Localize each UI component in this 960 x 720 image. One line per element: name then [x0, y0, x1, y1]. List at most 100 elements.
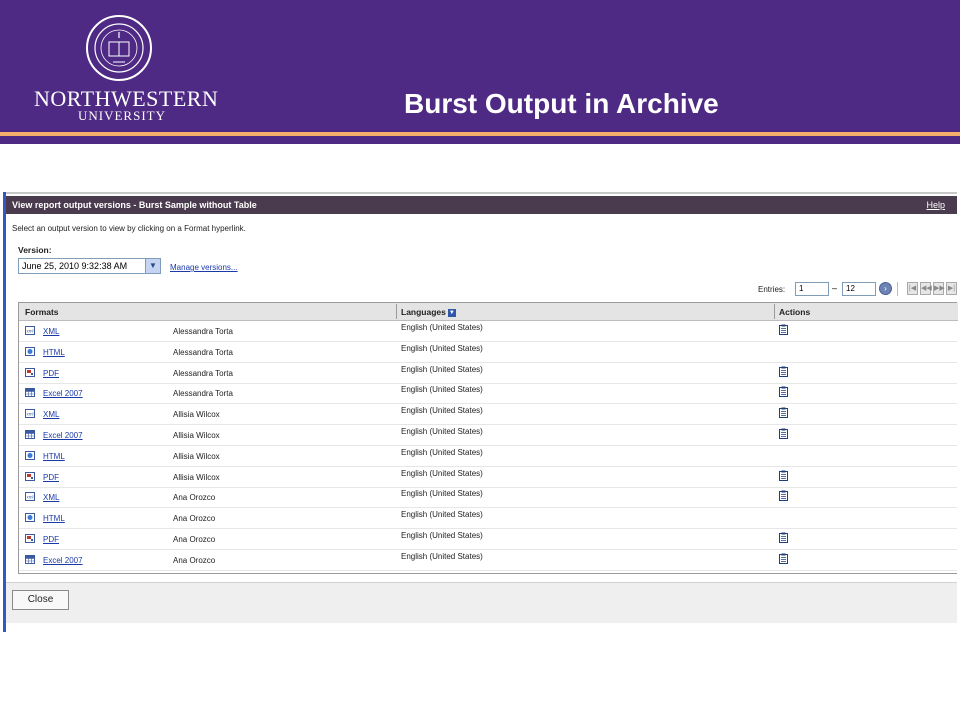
format-link[interactable]: XML [43, 410, 59, 419]
html-icon [25, 450, 35, 460]
table-row: Excel 2007 Alessandra Torta English (Unite… [19, 383, 957, 405]
excel-icon [25, 388, 35, 398]
format-link[interactable]: HTML [43, 514, 65, 523]
xml-icon: xml [25, 492, 35, 502]
languages-header-label: Languages [401, 307, 446, 317]
version-select[interactable]: June 25, 2010 9:32:38 AM ▼ [18, 258, 161, 274]
view-clipboard-icon[interactable] [779, 470, 788, 481]
view-clipboard-icon[interactable] [779, 366, 788, 377]
output-versions-dialog: View report output versions - Burst Samp… [3, 192, 958, 632]
burst-recipient: Allisia Wilcox [173, 472, 220, 482]
format-link[interactable]: HTML [43, 348, 65, 357]
burst-recipient: Allisia Wilcox [173, 451, 220, 461]
actions-header: Actions [779, 307, 811, 317]
university-seal-icon [86, 15, 152, 81]
table-row: Excel 2007 Allisia Wilcox English (United … [19, 425, 957, 446]
view-clipboard-icon[interactable] [779, 324, 788, 335]
burst-recipient: Ana Orozco [173, 535, 216, 544]
language-cell: English (United States) [401, 551, 483, 561]
html-icon [25, 513, 35, 523]
language-cell: English (United States) [401, 427, 483, 436]
burst-recipient: Ana Orozco [173, 514, 216, 524]
language-cell: English (United States) [401, 468, 483, 478]
formats-header: Formats [25, 307, 59, 317]
language-cell: English (United States) [401, 406, 483, 416]
table-row: xml XML Alessandra Torta English (United St… [19, 321, 957, 342]
format-link[interactable]: PDF [43, 369, 59, 378]
pdf-icon [25, 471, 35, 481]
first-page-icon[interactable]: |◀ [907, 282, 918, 295]
help-link[interactable]: Help [926, 200, 945, 210]
entries-from-input[interactable]: 1 [795, 282, 829, 296]
burst-recipient: Allisia Wilcox [173, 431, 220, 440]
view-clipboard-icon[interactable] [779, 532, 788, 543]
table-header: Formats Languages ▼ Actions [19, 303, 958, 321]
dialog-title: View report output versions - Burst Samp… [12, 200, 257, 210]
slide-title: Burst Output in Archive [404, 88, 719, 119]
view-clipboard-icon[interactable] [779, 553, 788, 564]
burst-recipient: Ana Orozco [173, 493, 216, 503]
burst-recipient: Allisia Wilcox [173, 410, 220, 420]
language-cell: English (United States) [401, 510, 483, 520]
svg-text:xml: xml [27, 329, 34, 334]
format-link[interactable]: Excel 2007 [43, 431, 83, 440]
view-clipboard-icon[interactable] [779, 490, 788, 502]
table-row: xml XML Allisia Wilcox English (United Stat… [19, 404, 957, 426]
header-banner: NORTHWESTERN UNIVERSITY Burst Output in … [0, 0, 960, 132]
logo-subtitle: UNIVERSITY [78, 108, 166, 123]
instruction-text: Select an output version to view by clic… [12, 224, 246, 233]
table-row: PDF Allisia Wilcox English (United States) [19, 467, 957, 488]
table-row: PDF Alessandra Torta English (United State… [19, 363, 957, 384]
last-page-icon[interactable]: ▶| [946, 282, 957, 295]
xml-icon: xml [25, 409, 35, 419]
column-separator [396, 304, 397, 319]
language-cell: English (United States) [401, 343, 483, 353]
svg-text:xml: xml [27, 412, 34, 417]
chevron-down-icon[interactable]: ▼ [145, 259, 160, 273]
pdf-icon [25, 367, 35, 377]
format-link[interactable]: PDF [43, 473, 59, 482]
table-row: PDF Ana Orozco English (United States) [19, 529, 957, 550]
sort-down-icon[interactable]: ▼ [447, 308, 456, 317]
version-label: Version: [18, 245, 52, 255]
close-button[interactable]: Close [12, 590, 69, 610]
burst-recipient: Ana Orozco [173, 555, 216, 565]
column-separator [774, 304, 775, 319]
excel-icon [25, 430, 35, 439]
view-clipboard-icon[interactable] [779, 428, 788, 439]
next-page-icon[interactable]: ▶▶ [933, 282, 945, 295]
table-row: xml XML Ana Orozco English (United States) [19, 487, 957, 509]
previous-page-icon[interactable]: ◀◀ [920, 282, 932, 295]
format-link[interactable]: Excel 2007 [43, 389, 83, 398]
view-clipboard-icon[interactable] [779, 386, 788, 398]
svg-text:xml: xml [27, 495, 34, 500]
language-cell: English (United States) [401, 385, 483, 395]
dialog-top-line [6, 192, 957, 194]
format-link[interactable]: XML [43, 327, 59, 336]
format-link[interactable]: HTML [43, 452, 65, 461]
language-cell: English (United States) [401, 364, 483, 374]
version-value: June 25, 2010 9:32:38 AM [22, 261, 128, 271]
xml-icon: xml [25, 326, 35, 335]
view-clipboard-icon[interactable] [779, 407, 788, 419]
language-cell: English (United States) [401, 447, 483, 457]
dialog-footer: Close [6, 582, 957, 623]
table-row: HTML Allisia Wilcox English (United States… [19, 446, 957, 467]
format-link[interactable]: XML [43, 493, 59, 502]
excel-icon [25, 554, 35, 564]
burst-recipient: Alessandra Torta [173, 368, 233, 378]
format-link[interactable]: PDF [43, 535, 59, 544]
go-arrow-icon[interactable]: › [879, 282, 892, 295]
burst-recipient: Alessandra Torta [173, 389, 233, 399]
manage-versions-link[interactable]: Manage versions... [170, 263, 238, 272]
dialog-title-bar: View report output versions - Burst Samp… [6, 196, 957, 214]
entries-to-input[interactable]: 12 [842, 282, 876, 296]
languages-header[interactable]: Languages ▼ [401, 307, 456, 317]
format-link[interactable]: Excel 2007 [43, 556, 83, 565]
entries-label: Entries: [758, 285, 786, 294]
table-row: Excel 2007 Ana Orozco English (United Stat… [19, 550, 957, 571]
table-row: HTML Alessandra Torta English (United Stat… [19, 342, 957, 363]
banner-underline [0, 136, 960, 144]
language-cell: English (United States) [401, 489, 483, 499]
burst-recipient: Alessandra Torta [173, 347, 233, 357]
